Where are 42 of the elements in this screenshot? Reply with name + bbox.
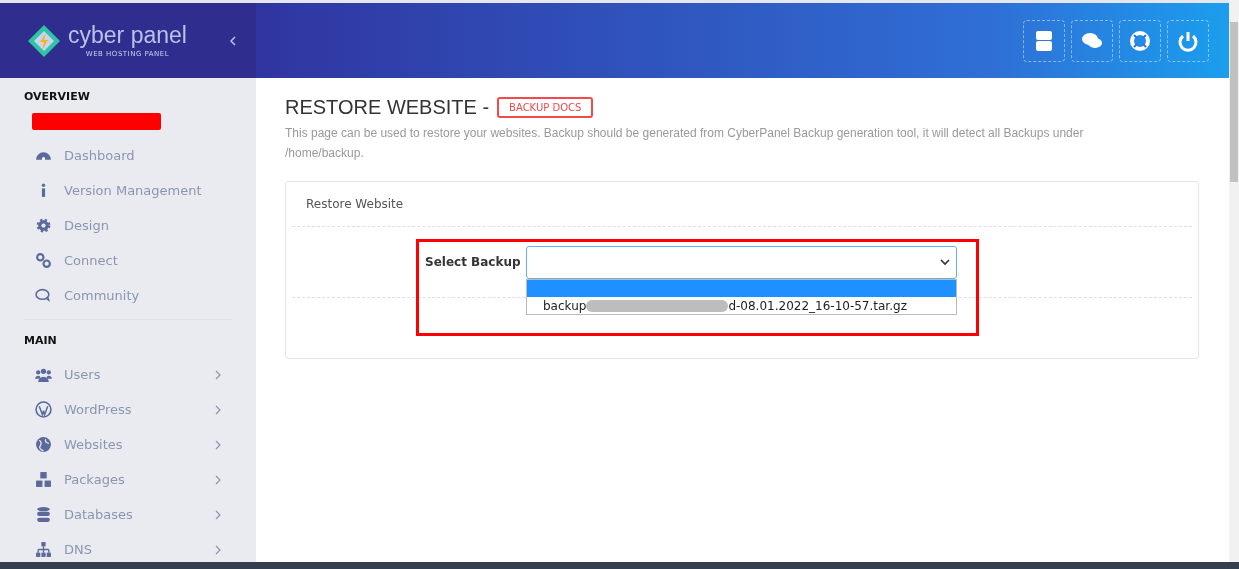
brand-name: cyber panel [68,23,187,47]
page-description: This page can be used to restore your websites. Backup should be generated from CyberPanel Backup generation tool, it will detect all Backups under /home/backup. [285,125,1085,162]
option-text: backup [543,298,587,313]
header-button[interactable] [1071,19,1113,62]
cubes-icon [35,471,52,488]
section-heading: MAIN [24,334,58,347]
option-text: d-08.01.2022_16-10-57.tar.gz [728,298,907,313]
users-icon [35,366,52,383]
header-button[interactable] [1167,19,1209,62]
database-icon [35,506,52,523]
sidebar-item[interactable]: Version Management [24,173,232,208]
sidebar-item[interactable]: Packages [24,462,232,497]
chat-icon [35,287,52,304]
wordpress-icon [35,401,52,418]
sidebar-item[interactable]: Connect [24,243,232,278]
sidebar-item[interactable]: Websites [24,427,232,462]
caret-icon [940,259,950,266]
field-label: Select Backup [425,254,522,269]
globe-icon [35,436,52,453]
sidebar-item[interactable]: Design [24,208,232,243]
card-title: Restore Website [292,182,1192,227]
section-heading: OVERVIEW [24,90,91,103]
docs-button[interactable]: BACKUP DOCS [497,97,594,118]
lifebuoy-icon [1130,30,1150,51]
header-button[interactable] [1119,19,1161,62]
link-icon [35,252,52,269]
scrollbar[interactable] [1229,0,1239,562]
chat-icon [1082,32,1102,48]
backup-select[interactable] [526,246,957,279]
sitemap-icon [35,541,52,558]
collapse-icon[interactable] [228,34,238,47]
sidebar-item[interactable]: Dashboard [24,138,232,173]
page-title: RESTORE WEBSITE - [285,96,490,119]
sidebar-item[interactable]: DNS [24,532,232,562]
power-icon [1178,31,1198,52]
sidebar-item[interactable]: Databases [24,497,232,532]
header-button[interactable] [1023,19,1065,62]
sidebar-item[interactable]: WordPress [24,392,232,427]
settings-icon [35,217,52,234]
sidebar-item[interactable]: Users [24,357,232,392]
sidebar-item[interactable]: Community [24,278,232,313]
logo-icon [26,22,62,59]
